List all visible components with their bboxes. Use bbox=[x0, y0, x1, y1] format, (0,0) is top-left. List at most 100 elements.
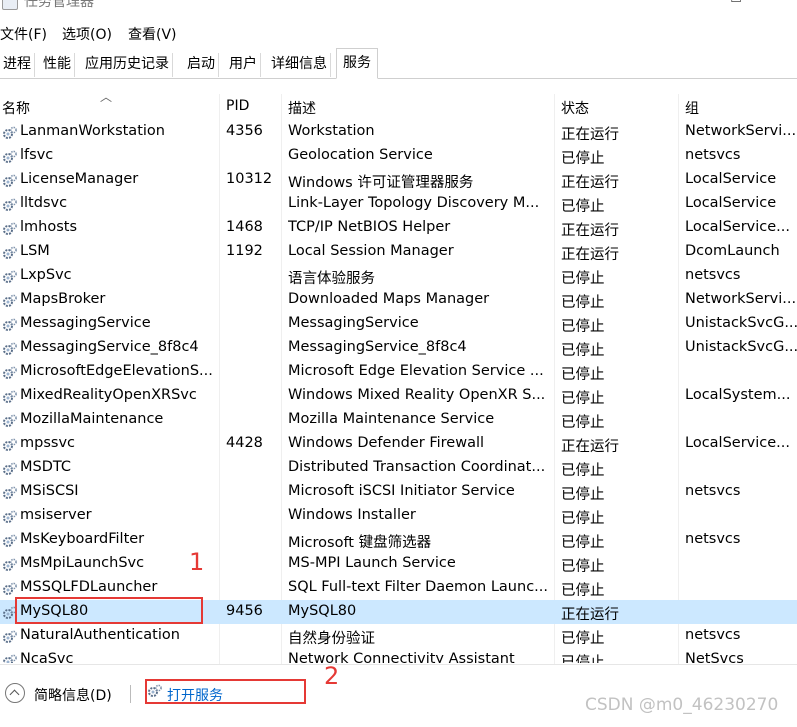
service-description: Microsoft iSCSI Initiator Service bbox=[288, 483, 515, 499]
service-status: 已停止 bbox=[561, 511, 605, 527]
service-status: 已停止 bbox=[561, 319, 605, 335]
collapse-chevron-icon[interactable] bbox=[5, 683, 25, 703]
table-row[interactable]: MicrosoftEdgeElevationS... Microsoft Edg… bbox=[0, 360, 797, 384]
tab-performance[interactable]: 性能 bbox=[40, 53, 75, 77]
service-description: Windows Mixed Reality OpenXR S... bbox=[288, 387, 546, 403]
service-description: SQL Full-text Filter Daemon Launc... bbox=[288, 579, 548, 595]
table-row[interactable]: MSDTC Distributed Transaction Coordinat.… bbox=[0, 456, 797, 480]
service-description: Workstation bbox=[288, 123, 375, 139]
service-status: 已停止 bbox=[561, 487, 605, 503]
service-gear-icon bbox=[3, 630, 17, 643]
column-name[interactable]: 名称 bbox=[2, 98, 30, 118]
service-description: Windows 许可证管理器服务 bbox=[288, 175, 474, 191]
table-row[interactable]: MsKeyboardFilter Microsoft 键盘筛选器 已停止 net… bbox=[0, 528, 797, 552]
service-status: 已停止 bbox=[561, 559, 605, 575]
service-gear-icon bbox=[3, 270, 17, 283]
service-gear-icon bbox=[3, 198, 17, 211]
service-description: Link-Layer Topology Discovery M... bbox=[288, 195, 540, 211]
column-pid[interactable]: PID bbox=[226, 98, 249, 114]
open-services-link[interactable]: 打开服务 bbox=[167, 685, 223, 705]
menu-options[interactable]: 选项(O) bbox=[62, 24, 112, 44]
table-row[interactable]: lmhosts 1468 TCP/IP NetBIOS Helper 正在运行 … bbox=[0, 216, 797, 240]
service-gear-icon bbox=[3, 222, 17, 235]
table-row[interactable]: LanmanWorkstation 4356 Workstation 正在运行 … bbox=[0, 120, 797, 144]
service-name: MsMpiLaunchSvc bbox=[20, 555, 145, 571]
table-row[interactable]: MessagingService MessagingService 已停止 Un… bbox=[0, 312, 797, 336]
service-status: 正在运行 bbox=[561, 175, 619, 191]
service-gear-icon bbox=[3, 342, 17, 355]
service-pid: 1468 bbox=[226, 219, 263, 235]
table-row[interactable]: lltdsvc Link-Layer Topology Discovery M.… bbox=[0, 192, 797, 216]
tab-processes[interactable]: 进程 bbox=[0, 53, 35, 77]
column-status[interactable]: 状态 bbox=[561, 98, 589, 118]
table-row[interactable]: LxpSvc 语言体验服务 已停止 netsvcs bbox=[0, 264, 797, 288]
table-row[interactable]: MySQL80 9456 MySQL80 正在运行 bbox=[0, 600, 797, 624]
service-name: MsKeyboardFilter bbox=[20, 531, 145, 547]
service-gear-icon bbox=[3, 606, 17, 619]
service-gear-icon bbox=[3, 582, 17, 595]
service-gear-icon bbox=[3, 438, 17, 451]
table-row[interactable]: NcaSvc Network Connectivity Assistant 已停… bbox=[0, 648, 797, 663]
service-gear-icon bbox=[3, 534, 17, 547]
column-group[interactable]: 组 bbox=[685, 98, 699, 118]
sort-up-icon: ︿ bbox=[100, 90, 113, 104]
service-description: Microsoft 键盘筛选器 bbox=[288, 535, 432, 551]
divider bbox=[130, 685, 131, 703]
tab-services[interactable]: 服务 bbox=[336, 48, 378, 79]
service-status: 已停止 bbox=[561, 391, 605, 407]
service-status: 已停止 bbox=[561, 367, 605, 383]
table-row[interactable]: LSM 1192 Local Session Manager 正在运行 Dcom… bbox=[0, 240, 797, 264]
table-row[interactable]: MozillaMaintenance Mozilla Maintenance S… bbox=[0, 408, 797, 432]
table-row[interactable]: MSiSCSI Microsoft iSCSI Initiator Servic… bbox=[0, 480, 797, 504]
bottom-bar: 简略信息(D) 打开服务 CSDN @m0_46230270 bbox=[0, 664, 797, 727]
service-pid: 1192 bbox=[226, 243, 263, 259]
service-name: NcaSvc bbox=[20, 651, 74, 663]
service-name: MSiSCSI bbox=[20, 483, 79, 499]
service-name: MapsBroker bbox=[20, 291, 106, 307]
service-group: DcomLaunch bbox=[685, 243, 780, 259]
service-status: 正在运行 bbox=[561, 607, 619, 623]
table-row[interactable]: msiserver Windows Installer 已停止 bbox=[0, 504, 797, 528]
service-gear-icon bbox=[3, 414, 17, 427]
service-group: netsvcs bbox=[685, 627, 741, 643]
table-row[interactable]: MixedRealityOpenXRSvc Windows Mixed Real… bbox=[0, 384, 797, 408]
table-row[interactable]: lfsvc Geolocation Service 已停止 netsvcs bbox=[0, 144, 797, 168]
table-row[interactable]: MSSQLFDLauncher SQL Full-text Filter Dae… bbox=[0, 576, 797, 600]
table-row[interactable]: MapsBroker Downloaded Maps Manager 已停止 N… bbox=[0, 288, 797, 312]
tab-details[interactable]: 详细信息 bbox=[268, 53, 331, 77]
service-name: msiserver bbox=[20, 507, 92, 523]
maximize-button[interactable]: ☐ bbox=[726, 0, 746, 6]
services-gear-icon bbox=[148, 684, 162, 697]
tab-startup[interactable]: 启动 bbox=[184, 53, 219, 77]
service-description: Windows Installer bbox=[288, 507, 416, 523]
service-name: lmhosts bbox=[20, 219, 78, 235]
service-name: LxpSvc bbox=[20, 267, 72, 283]
service-description: Microsoft Edge Elevation Service ... bbox=[288, 363, 544, 379]
column-description[interactable]: 描述 bbox=[288, 98, 316, 118]
table-row[interactable]: NaturalAuthentication 自然身份验证 已停止 netsvcs bbox=[0, 624, 797, 648]
menu-view[interactable]: 查看(V) bbox=[128, 24, 177, 44]
service-gear-icon bbox=[3, 390, 17, 403]
service-name: MixedRealityOpenXRSvc bbox=[20, 387, 197, 403]
service-gear-icon bbox=[3, 174, 17, 187]
service-description: MessagingService bbox=[288, 315, 419, 331]
tab-users[interactable]: 用户 bbox=[226, 53, 261, 77]
menu-file[interactable]: 文件(F) bbox=[0, 24, 47, 44]
tab-app-history[interactable]: 应用历史记录 bbox=[82, 53, 173, 77]
service-name: MicrosoftEdgeElevationS... bbox=[20, 363, 213, 379]
table-row[interactable]: LicenseManager 10312 Windows 许可证管理器服务 正在… bbox=[0, 168, 797, 192]
table-row[interactable]: mpssvc 4428 Windows Defender Firewall 正在… bbox=[0, 432, 797, 456]
service-name: MSDTC bbox=[20, 459, 72, 475]
service-group: LocalService... bbox=[685, 435, 790, 451]
service-status: 已停止 bbox=[561, 583, 605, 599]
service-pid: 10312 bbox=[226, 171, 273, 187]
fewer-details-button[interactable]: 简略信息(D) bbox=[34, 685, 112, 705]
service-status: 已停止 bbox=[561, 631, 605, 647]
table-row[interactable]: MsMpiLaunchSvc MS-MPI Launch Service 已停止 bbox=[0, 552, 797, 576]
service-name: LSM bbox=[20, 243, 50, 259]
table-row[interactable]: MessagingService_8f8c4 MessagingService_… bbox=[0, 336, 797, 360]
service-gear-icon bbox=[3, 126, 17, 139]
service-group: LocalService... bbox=[685, 219, 790, 235]
service-status: 已停止 bbox=[561, 343, 605, 359]
minimize-button[interactable]: — bbox=[678, 0, 698, 6]
